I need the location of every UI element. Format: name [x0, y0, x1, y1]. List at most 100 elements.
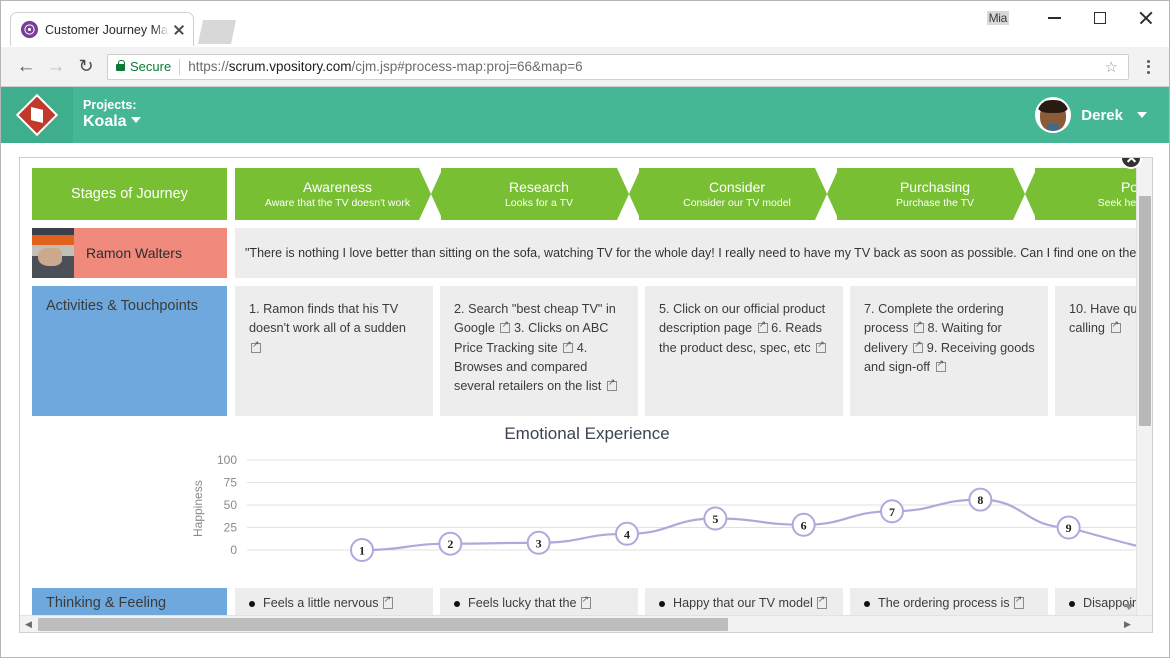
avatar: [1035, 97, 1071, 133]
chart-ytick: 25: [224, 521, 238, 535]
thinking-list: Feels a little nervous Feels lucky that t…: [235, 588, 1137, 616]
chevron-down-icon: [131, 117, 141, 123]
chart-point-label: 6: [801, 518, 807, 532]
forward-icon[interactable]: →: [41, 52, 71, 82]
external-link-icon[interactable]: [1111, 323, 1121, 333]
browser-toolbar: ← → ↻ Secure https://scrum.vpository.com…: [1, 47, 1169, 87]
persona-name: Ramon Walters: [86, 245, 182, 261]
address-bar[interactable]: Secure https://scrum.vpository.com/cjm.j…: [107, 54, 1129, 80]
chart-line: [362, 500, 1137, 554]
horizontal-scrollbar-thumb[interactable]: [38, 618, 728, 631]
thinking-text: Feels a little nervous: [263, 596, 379, 610]
stage-subtitle: Looks for a TV: [505, 197, 573, 210]
browser-window: Customer Journey Mapp Mia ← → ↻ Secure h…: [0, 0, 1170, 658]
scroll-left-icon[interactable]: ◀: [20, 616, 37, 633]
chart-point-label: 1: [359, 544, 365, 558]
maximize-button[interactable]: [1077, 3, 1123, 33]
username-label: Derek: [1081, 107, 1123, 124]
note-icon[interactable]: [383, 597, 393, 609]
stage-chip[interactable]: PurchasingPurchase the TV: [836, 168, 1034, 220]
user-menu[interactable]: Derek: [1035, 87, 1147, 143]
stage-subtitle: Seek help for p: [1098, 197, 1137, 210]
external-link-icon[interactable]: [251, 343, 261, 353]
project-selector[interactable]: Projects: Koala: [83, 98, 141, 132]
thinking-row: Thinking & Feeling Feels a little nervou…: [32, 588, 1137, 616]
external-link-icon[interactable]: [607, 381, 617, 391]
persona-card[interactable]: Ramon Walters: [32, 228, 227, 278]
browser-tab[interactable]: Customer Journey Mapp: [10, 12, 194, 46]
chart-point-label: 4: [624, 527, 630, 541]
external-link-icon[interactable]: [914, 323, 924, 333]
close-window-button[interactable]: [1123, 3, 1169, 33]
bullet-icon: [864, 601, 870, 607]
chart-ytick: 0: [230, 543, 237, 557]
secure-label: Secure: [130, 59, 171, 74]
stage-chip[interactable]: Pos Seek help for p: [1034, 168, 1137, 220]
stage-chip[interactable]: AwarenessAware that the TV doesn't work: [235, 168, 440, 220]
stage-title: Research: [509, 179, 569, 195]
activity-cell[interactable]: 7. Complete the ordering process 8. Wait…: [850, 286, 1048, 416]
close-icon[interactable]: [171, 22, 187, 38]
activity-cell[interactable]: 10. Have ques setting, calling: [1055, 286, 1137, 416]
chart-title: Emotional Experience: [32, 424, 1137, 444]
thinking-cell[interactable]: Happy that our TV model: [645, 588, 843, 616]
thinking-cell[interactable]: The ordering process is: [850, 588, 1048, 616]
thinking-cell[interactable]: Feels lucky that the: [440, 588, 638, 616]
new-tab-button[interactable]: [198, 20, 236, 44]
chart-point[interactable]: 9: [1058, 517, 1080, 539]
chart-point-label: 2: [447, 537, 453, 551]
thinking-text: The ordering process is: [878, 596, 1010, 610]
note-icon[interactable]: [817, 597, 827, 609]
back-icon[interactable]: ←: [11, 52, 41, 82]
chart-point[interactable]: 7: [881, 500, 903, 522]
customer-journey-map: Stages of Journey AwarenessAware that th…: [20, 158, 1137, 616]
activity-cell[interactable]: 5. Click on our official product descrip…: [645, 286, 843, 416]
persona-photo: [32, 228, 74, 278]
activity-cell[interactable]: 2. Search "best cheap TV" in Google 3. C…: [440, 286, 638, 416]
vertical-scrollbar-thumb[interactable]: [1139, 196, 1151, 426]
chart-point[interactable]: 5: [704, 508, 726, 530]
persona-row-head: Ramon Walters: [32, 228, 227, 278]
note-icon[interactable]: [581, 597, 591, 609]
chart-point[interactable]: 8: [969, 489, 991, 511]
thinking-header-cell: Thinking & Feeling: [32, 588, 227, 616]
favicon-icon: [21, 21, 38, 38]
chart-point-label: 7: [889, 505, 895, 519]
stage-chip[interactable]: ConsiderConsider our TV model: [638, 168, 836, 220]
horizontal-scrollbar[interactable]: ◀ ▶: [20, 615, 1153, 632]
app-logo[interactable]: [1, 87, 73, 143]
thinking-text: Feels lucky that the: [468, 596, 577, 610]
vertical-scrollbar[interactable]: [1136, 158, 1152, 616]
chart-point[interactable]: 2: [439, 533, 461, 555]
chart-point[interactable]: 3: [528, 532, 550, 554]
external-link-icon[interactable]: [758, 323, 768, 333]
stage-chip[interactable]: Research Looks for a TV: [440, 168, 638, 220]
external-link-icon[interactable]: [563, 343, 573, 353]
browser-menu-icon[interactable]: [1137, 60, 1159, 74]
url-host: scrum.vpository.com: [229, 59, 352, 74]
chevron-down-icon[interactable]: [1124, 604, 1134, 610]
thinking-cell[interactable]: Disappoin: [1055, 588, 1137, 616]
chart-point[interactable]: 4: [616, 523, 638, 545]
external-link-icon[interactable]: [913, 343, 923, 353]
activities-row-head: Activities & Touchpoints: [32, 286, 227, 416]
stages-header-cell: Stages of Journey: [32, 168, 227, 220]
window-user-badge: Mia: [987, 11, 1009, 25]
external-link-icon[interactable]: [816, 343, 826, 353]
reload-icon[interactable]: ↻: [71, 52, 101, 82]
chart-svg: 0255075100Happiness123456789: [32, 452, 1137, 572]
minimize-button[interactable]: [1031, 3, 1077, 33]
bullet-icon: [249, 601, 255, 607]
scroll-right-icon[interactable]: ▶: [1119, 616, 1136, 633]
project-name[interactable]: Koala: [83, 113, 141, 132]
chart-point[interactable]: 1: [351, 539, 373, 561]
stage-title: Pos: [1121, 179, 1137, 195]
note-icon[interactable]: [1014, 597, 1024, 609]
bookmark-star-icon[interactable]: ☆: [1105, 58, 1118, 76]
window-controls: Mia: [987, 1, 1169, 35]
external-link-icon[interactable]: [500, 323, 510, 333]
activity-cell[interactable]: 1. Ramon finds that his TV doesn't work …: [235, 286, 433, 416]
external-link-icon[interactable]: [936, 362, 946, 372]
thinking-cell[interactable]: Feels a little nervous: [235, 588, 433, 616]
chart-point[interactable]: 6: [793, 514, 815, 536]
